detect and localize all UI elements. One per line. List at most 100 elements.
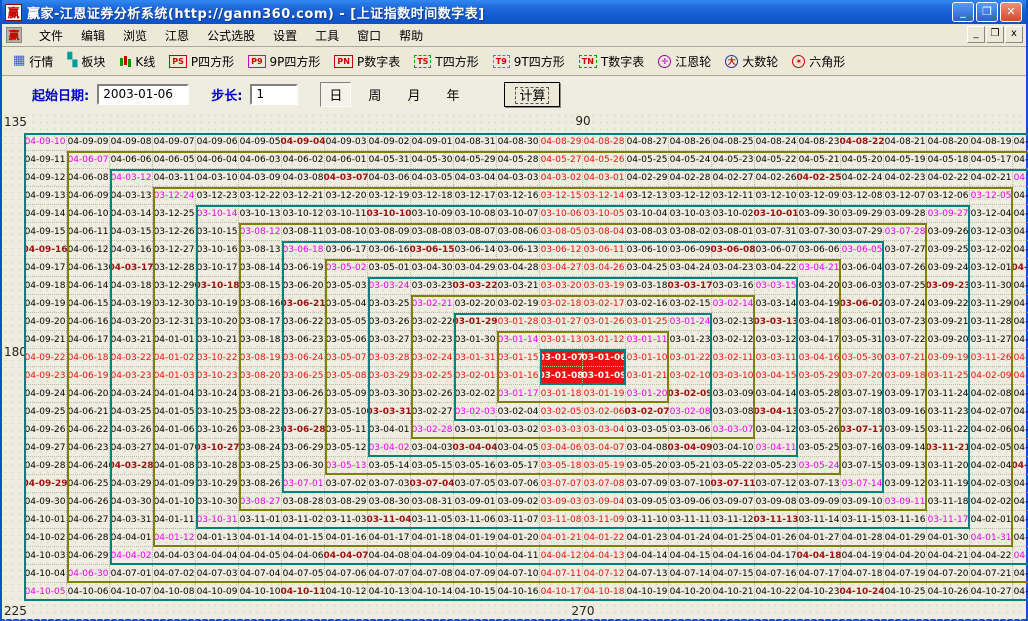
date-cell[interactable]: 04-09-16 [24, 241, 67, 259]
date-cell[interactable]: 03-03-01 [454, 421, 497, 439]
date-cell[interactable]: 03-03-11 [755, 349, 798, 367]
date-cell[interactable]: 04-09-11 [24, 151, 67, 169]
date-cell[interactable]: 04-10-11 [282, 583, 325, 601]
date-cell[interactable]: 04-04-27 [1013, 475, 1028, 493]
date-cell[interactable]: 03-10-27 [196, 439, 239, 457]
date-cell[interactable]: 04-02-26 [755, 169, 798, 187]
date-cell[interactable]: 04-02-10 [1013, 349, 1028, 367]
date-cell[interactable]: 04-08-25 [712, 133, 755, 151]
date-cell[interactable]: 03-04-15 [755, 367, 798, 385]
date-cell[interactable]: 03-03-16 [712, 277, 755, 295]
date-cell[interactable]: 03-07-04 [411, 475, 454, 493]
date-cell[interactable]: 03-07-24 [884, 295, 927, 313]
date-cell[interactable]: 04-06-22 [67, 421, 110, 439]
date-cell[interactable]: 03-08-12 [239, 223, 282, 241]
date-cell[interactable]: 03-10-20 [196, 313, 239, 331]
date-cell[interactable]: 03-02-05 [540, 403, 583, 421]
date-cell[interactable]: 03-09-17 [884, 385, 927, 403]
date-cell[interactable]: 04-01-16 [325, 529, 368, 547]
date-cell[interactable]: 03-11-08 [540, 511, 583, 529]
date-cell[interactable]: 04-03-24 [110, 385, 153, 403]
date-cell[interactable]: 03-07-26 [884, 259, 927, 277]
date-cell[interactable]: 03-05-12 [325, 439, 368, 457]
date-cell[interactable]: 03-04-16 [798, 349, 841, 367]
date-cell[interactable]: 04-04-19 [841, 547, 884, 565]
date-cell[interactable]: 03-12-17 [454, 187, 497, 205]
date-cell[interactable]: 04-09-09 [67, 133, 110, 151]
date-cell[interactable]: 03-05-15 [411, 457, 454, 475]
date-cell[interactable]: 03-03-06 [669, 421, 712, 439]
date-cell[interactable]: 04-01-24 [669, 529, 712, 547]
date-cell[interactable]: 04-03-29 [110, 475, 153, 493]
date-cell[interactable]: 04-02-03 [970, 475, 1013, 493]
date-cell[interactable]: 04-06-03 [239, 151, 282, 169]
date-cell[interactable]: 04-02-11 [1013, 331, 1028, 349]
date-cell[interactable]: 03-02-13 [712, 313, 755, 331]
date-cell[interactable]: 03-09-27 [927, 205, 970, 223]
date-cell[interactable]: 03-09-10 [841, 493, 884, 511]
date-cell[interactable]: 04-04-10 [454, 547, 497, 565]
date-cell[interactable]: 04-04-18 [798, 547, 841, 565]
date-cell[interactable]: 03-01-27 [540, 313, 583, 331]
date-cell[interactable]: 04-04-15 [669, 547, 712, 565]
date-cell[interactable]: 03-02-20 [454, 295, 497, 313]
date-cell[interactable]: 03-08-24 [239, 439, 282, 457]
date-cell[interactable]: 04-04-05 [239, 547, 282, 565]
date-cell[interactable]: 04-06-24 [67, 457, 110, 475]
date-cell[interactable]: 04-01-26 [755, 529, 798, 547]
date-cell[interactable]: 03-12-04 [970, 205, 1013, 223]
date-cell[interactable]: 03-04-07 [583, 439, 626, 457]
date-cell[interactable]: 03-01-24 [669, 313, 712, 331]
date-cell[interactable]: 03-08-26 [239, 475, 282, 493]
date-cell[interactable]: 04-08-19 [970, 133, 1013, 151]
date-cell[interactable]: 03-11-10 [626, 511, 669, 529]
date-cell[interactable]: 04-05-02 [1013, 385, 1028, 403]
date-cell[interactable]: 03-02-18 [540, 295, 583, 313]
date-cell[interactable]: 04-04-03 [153, 547, 196, 565]
date-cell[interactable]: 04-05-19 [884, 151, 927, 169]
date-cell[interactable]: 03-02-25 [411, 367, 454, 385]
date-cell[interactable]: 04-02-07 [970, 403, 1013, 421]
date-cell[interactable]: 03-12-28 [153, 259, 196, 277]
date-cell[interactable]: 03-10-21 [196, 331, 239, 349]
date-cell[interactable]: 03-03-04 [583, 421, 626, 439]
date-cell[interactable]: 03-10-07 [497, 205, 540, 223]
date-cell[interactable]: 04-09-01 [411, 133, 454, 151]
date-cell[interactable]: 03-10-01 [755, 205, 798, 223]
date-cell[interactable]: 03-05-06 [325, 331, 368, 349]
date-cell[interactable]: 03-06-10 [626, 241, 669, 259]
date-cell[interactable]: 03-09-11 [884, 493, 927, 511]
date-cell[interactable]: 03-12-15 [540, 187, 583, 205]
date-cell[interactable]: 03-08-14 [239, 259, 282, 277]
date-cell[interactable]: 03-01-13 [540, 331, 583, 349]
date-cell[interactable]: 04-02-20 [1013, 169, 1028, 187]
date-cell[interactable]: 04-04-14 [626, 547, 669, 565]
date-cell[interactable]: 03-07-27 [884, 241, 927, 259]
date-cell[interactable]: 04-09-19 [24, 295, 67, 313]
date-cell[interactable]: 04-10-03 [24, 547, 67, 565]
date-cell[interactable]: 04-04-06 [282, 547, 325, 565]
date-cell[interactable]: 04-04-30 [1013, 421, 1028, 439]
date-cell[interactable]: 03-08-13 [239, 241, 282, 259]
date-cell[interactable]: 04-09-21 [24, 331, 67, 349]
date-cell[interactable]: 03-06-11 [583, 241, 626, 259]
date-cell[interactable]: 03-11-27 [970, 331, 1013, 349]
date-cell[interactable]: 03-11-05 [411, 511, 454, 529]
date-cell[interactable]: 04-07-08 [411, 565, 454, 583]
date-cell[interactable]: 03-08-02 [669, 223, 712, 241]
date-cell[interactable]: 04-04-17 [755, 547, 798, 565]
date-cell[interactable]: 04-02-23 [884, 169, 927, 187]
date-cell[interactable]: 04-07-01 [110, 565, 153, 583]
date-cell[interactable]: 03-10-18 [196, 277, 239, 295]
date-cell[interactable]: 03-07-18 [841, 403, 884, 421]
date-cell[interactable]: 03-07-05 [454, 475, 497, 493]
date-cell[interactable]: 04-02-02 [970, 493, 1013, 511]
date-cell[interactable]: 03-07-19 [841, 385, 884, 403]
date-cell[interactable]: 04-09-13 [24, 187, 67, 205]
date-cell[interactable]: 03-12-03 [970, 223, 1013, 241]
date-cell[interactable]: 03-06-04 [841, 259, 884, 277]
date-cell[interactable]: 04-08-26 [669, 133, 712, 151]
date-cell[interactable]: 03-07-15 [841, 457, 884, 475]
date-cell[interactable]: 03-11-17 [927, 511, 970, 529]
date-cell[interactable]: 04-09-28 [24, 457, 67, 475]
